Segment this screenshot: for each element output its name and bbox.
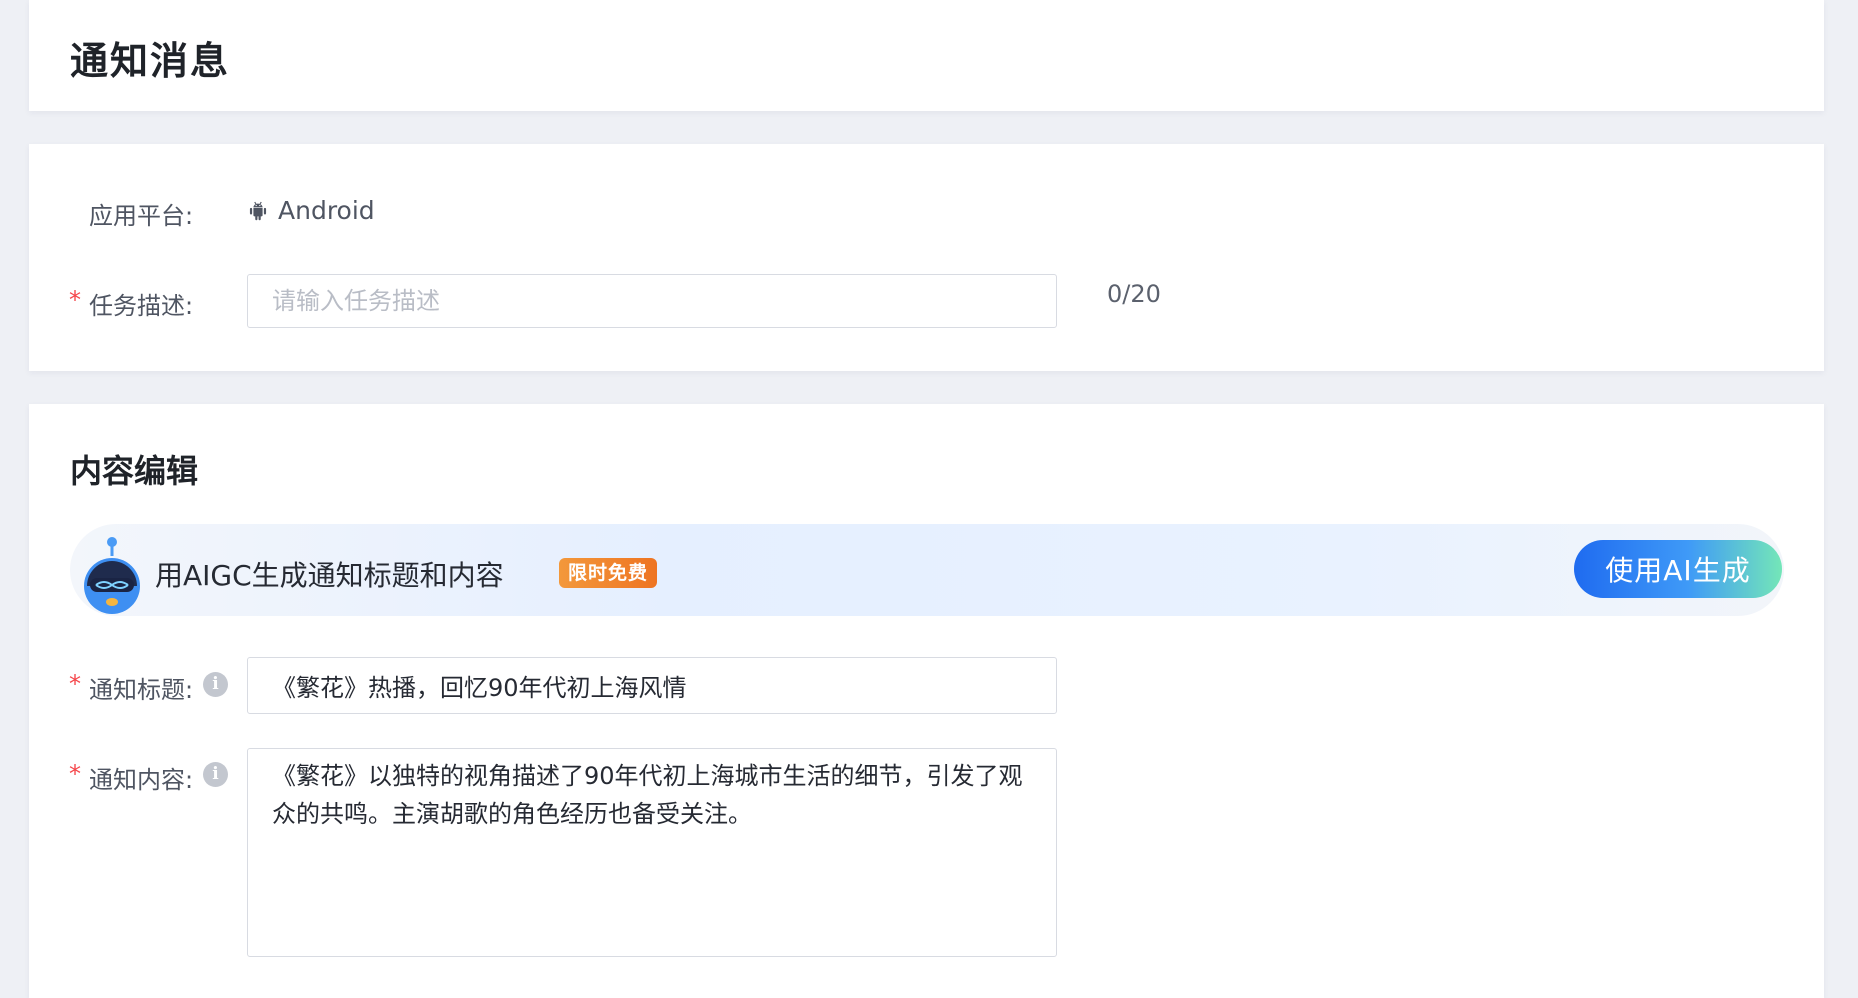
task-label: 任务描述: [89, 292, 194, 320]
use-ai-generate-button[interactable]: 使用AI生成 [1574, 540, 1782, 598]
info-icon[interactable]: i [203, 762, 228, 787]
basic-info-card: 应用平台: Android * 任务描述: 0/20 [29, 144, 1824, 371]
content-edit-card: 内容编辑 用AIGC生成通知标题和内容 限时免费 使用AI生成 * 通知标题: … [29, 404, 1824, 998]
info-icon[interactable]: i [203, 672, 228, 697]
task-char-counter: 0/20 [1107, 280, 1161, 308]
notification-title-label: 通知标题: [89, 676, 194, 704]
robot-icon [84, 537, 140, 614]
platform-value: Android [247, 196, 375, 225]
notification-title-input[interactable] [247, 657, 1057, 714]
required-mark: * [69, 286, 81, 314]
free-badge: 限时免费 [559, 558, 658, 588]
platform-label: 应用平台: [89, 202, 194, 230]
platform-name: Android [278, 196, 375, 225]
notification-body-textarea[interactable]: 《繁花》以独特的视角描述了90年代初上海城市生活的细节，引发了观众的共鸣。主演胡… [247, 748, 1057, 957]
aigc-prompt-text: 用AIGC生成通知标题和内容 [155, 559, 504, 592]
task-description-input[interactable] [247, 274, 1057, 328]
android-icon [249, 201, 267, 220]
header-card: 通知消息 [29, 0, 1824, 111]
required-mark: * [69, 760, 81, 788]
notification-body-label: 通知内容: [89, 766, 194, 794]
required-mark: * [69, 670, 81, 698]
page-title: 通知消息 [70, 39, 231, 83]
section-title: 内容编辑 [70, 452, 199, 490]
aigc-banner: 用AIGC生成通知标题和内容 限时免费 使用AI生成 [70, 524, 1784, 616]
